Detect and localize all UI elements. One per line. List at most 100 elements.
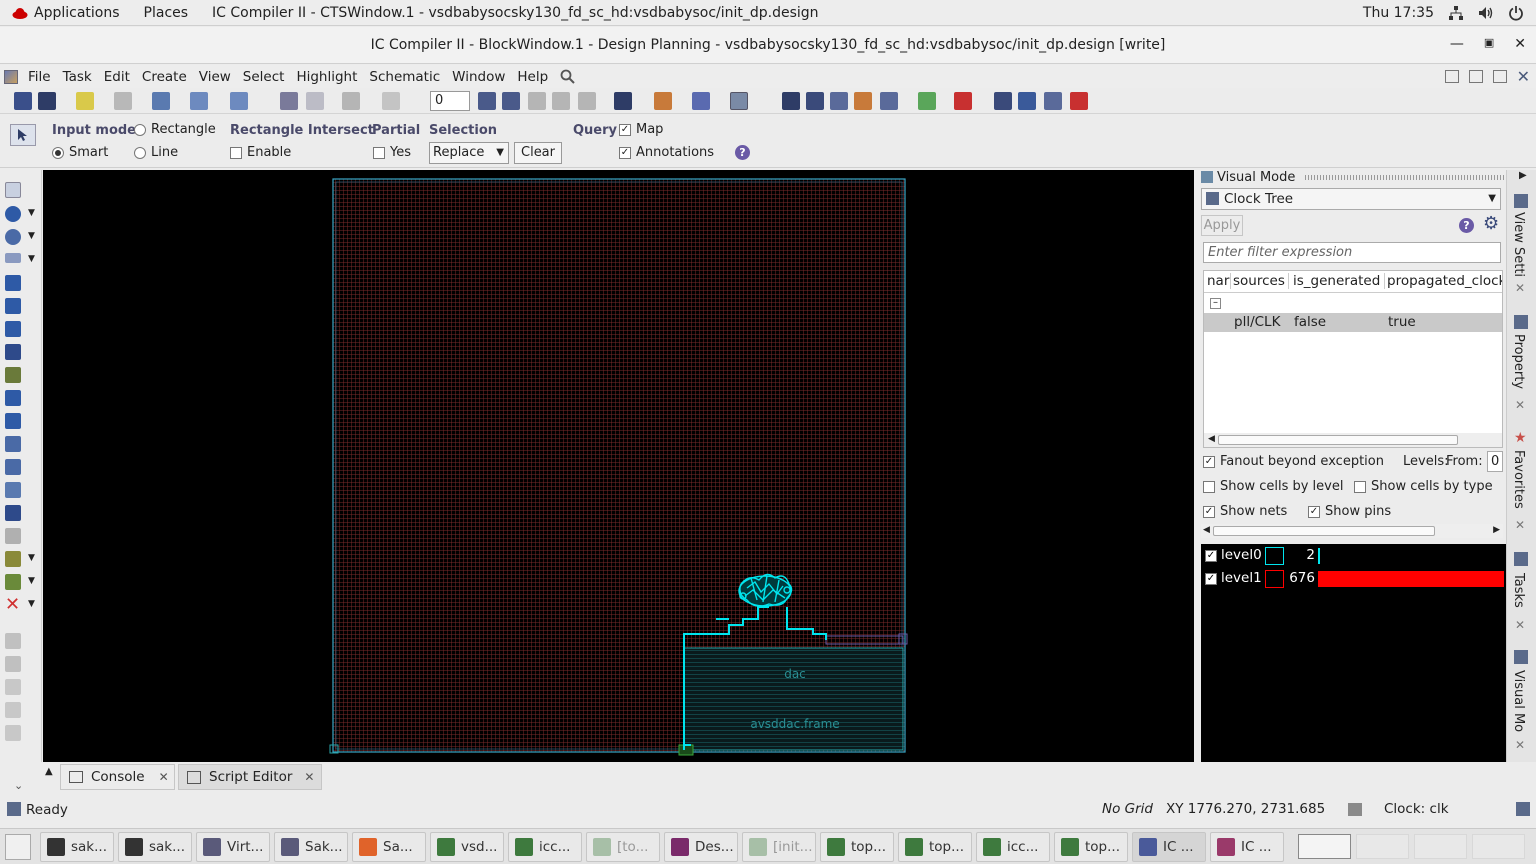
clear-highlight-icon[interactable] bbox=[114, 92, 132, 110]
query-annotations-checkbox[interactable]: ✓ bbox=[619, 146, 631, 159]
show-cells-by-type-option[interactable]: Show cells by type bbox=[1354, 479, 1493, 494]
workspace-4[interactable] bbox=[1472, 834, 1525, 859]
zoom-out-icon[interactable] bbox=[306, 92, 324, 110]
close-icon[interactable]: ✕ bbox=[1515, 618, 1525, 632]
level0-checkbox[interactable]: ✓ bbox=[1205, 550, 1217, 562]
input-mode-line[interactable]: Line bbox=[134, 145, 178, 160]
close-icon[interactable]: ✕ bbox=[1514, 36, 1526, 52]
float-window-icon[interactable] bbox=[1492, 70, 1507, 83]
probe-icon[interactable] bbox=[230, 92, 248, 110]
taskbar-item[interactable]: vsd... bbox=[430, 832, 504, 862]
group-icon[interactable] bbox=[5, 574, 21, 590]
chevron-down-icon[interactable]: ▼ bbox=[28, 254, 35, 264]
select-cell-icon[interactable] bbox=[478, 92, 496, 110]
taskbar-item[interactable]: icc... bbox=[976, 832, 1050, 862]
level1-swatch[interactable] bbox=[1265, 570, 1284, 588]
col-propagated-clock[interactable]: propagated_clock bbox=[1387, 273, 1502, 289]
align-icon[interactable] bbox=[502, 92, 520, 110]
active-window-title[interactable]: IC Compiler II - CTSWindow.1 - vsdbabyso… bbox=[200, 5, 831, 21]
timing-icon[interactable] bbox=[854, 92, 872, 110]
close-icon[interactable]: ✕ bbox=[1515, 518, 1525, 532]
taskbar-item[interactable]: IC ... bbox=[1210, 832, 1284, 862]
zoom-in-icon[interactable] bbox=[280, 92, 298, 110]
graph-icon[interactable] bbox=[830, 92, 848, 110]
collapse-arrow-icon[interactable]: ▶ bbox=[1519, 170, 1527, 181]
cut-icon[interactable] bbox=[5, 390, 21, 406]
taskbar-item[interactable]: Virt... bbox=[196, 832, 270, 862]
volume-icon[interactable] bbox=[1478, 5, 1494, 21]
layout-canvas[interactable]: dac avsddac.frame bbox=[43, 170, 1194, 762]
layout-view[interactable]: dac avsddac.frame bbox=[43, 170, 1194, 762]
tab-console[interactable]: Console ✕ bbox=[60, 764, 175, 790]
edit-pencil-icon[interactable] bbox=[5, 702, 21, 718]
report-icon[interactable] bbox=[994, 92, 1012, 110]
menu-select[interactable]: Select bbox=[237, 69, 291, 85]
visual-mode-select[interactable]: Clock Tree ▼ bbox=[1201, 188, 1501, 210]
partial-yes-checkbox[interactable] bbox=[373, 146, 385, 159]
block-icon[interactable] bbox=[5, 344, 21, 360]
show-cells-by-type-checkbox[interactable] bbox=[1354, 480, 1366, 493]
menu-window[interactable]: Window bbox=[446, 69, 511, 85]
minimize-icon[interactable]: — bbox=[1450, 36, 1464, 52]
scroll-thumb[interactable] bbox=[1218, 435, 1458, 445]
filter-input[interactable]: Enter filter expression bbox=[1203, 242, 1501, 263]
table-hscrollbar[interactable]: ◀ bbox=[1204, 433, 1502, 447]
chevron-down-double-icon[interactable]: ⌄ bbox=[14, 779, 23, 792]
chart-icon[interactable] bbox=[5, 551, 21, 567]
console-scroll-up-icon[interactable]: ▲ bbox=[45, 766, 53, 777]
sparkle-icon[interactable] bbox=[152, 92, 170, 110]
help-icon[interactable]: ? bbox=[735, 145, 750, 160]
hierarchy-icon[interactable] bbox=[654, 92, 672, 110]
clear-button[interactable]: Clear bbox=[514, 142, 562, 164]
menu-file[interactable]: File bbox=[22, 69, 57, 85]
chevron-down-icon[interactable]: ▼ bbox=[28, 231, 35, 241]
distribute-icon[interactable] bbox=[528, 92, 546, 110]
menu-create[interactable]: Create bbox=[136, 69, 193, 85]
move-icon[interactable] bbox=[5, 275, 21, 291]
chevron-down-icon[interactable]: ▼ bbox=[28, 208, 35, 218]
rect-enable-option[interactable]: Enable bbox=[230, 145, 291, 160]
lock-icon[interactable] bbox=[5, 633, 21, 649]
highlight-pen-icon[interactable] bbox=[76, 92, 94, 110]
search-icon[interactable] bbox=[560, 69, 575, 84]
from-input[interactable]: 0 bbox=[1487, 451, 1503, 472]
bar-chart-icon[interactable] bbox=[692, 92, 710, 110]
query-annotations-option[interactable]: ✓ Annotations bbox=[619, 145, 714, 160]
zoom-icon[interactable] bbox=[5, 229, 21, 245]
redo-icon[interactable] bbox=[382, 92, 400, 110]
shape-icon[interactable] bbox=[5, 528, 21, 544]
select-tool-icon[interactable] bbox=[5, 182, 21, 198]
edit-pencil-2-icon[interactable] bbox=[5, 725, 21, 741]
show-nets-option[interactable]: ✓ Show nets bbox=[1203, 504, 1287, 519]
taskbar-item[interactable]: IC ... bbox=[1132, 832, 1206, 862]
close-icon[interactable]: ✕ bbox=[1515, 398, 1525, 412]
col-is-generated[interactable]: is_generated bbox=[1293, 273, 1385, 289]
show-nets-checkbox[interactable]: ✓ bbox=[1203, 505, 1215, 518]
close-view-icon[interactable]: ✕ bbox=[1517, 67, 1530, 86]
level0-swatch[interactable] bbox=[1265, 547, 1284, 565]
array-icon[interactable] bbox=[5, 482, 21, 498]
workspace-3[interactable] bbox=[1414, 834, 1467, 859]
open-icon[interactable] bbox=[14, 92, 32, 110]
menu-view[interactable]: View bbox=[193, 69, 237, 85]
input-mode-rectangle[interactable]: Rectangle bbox=[134, 122, 216, 137]
close-icon[interactable]: ✕ bbox=[159, 770, 169, 784]
col-sources[interactable]: sources bbox=[1233, 273, 1289, 289]
cascade-windows-icon[interactable] bbox=[1468, 70, 1483, 83]
icv-icon[interactable] bbox=[1070, 92, 1088, 110]
show-desktop-icon[interactable] bbox=[5, 834, 31, 860]
close-icon[interactable]: ✕ bbox=[1515, 738, 1525, 752]
tab-property[interactable]: Property bbox=[1511, 334, 1526, 389]
input-mode-smart[interactable]: Smart bbox=[52, 145, 108, 160]
ruler-icon[interactable] bbox=[5, 253, 21, 263]
tab-favorites[interactable]: Favorites bbox=[1511, 450, 1526, 509]
col-name[interactable]: nar bbox=[1207, 273, 1231, 289]
dac-macro[interactable] bbox=[683, 647, 904, 751]
show-cells-by-level-option[interactable]: Show cells by level bbox=[1203, 479, 1343, 494]
chevron-down-icon[interactable]: ▼ bbox=[28, 599, 35, 609]
taskbar-item[interactable]: top... bbox=[898, 832, 972, 862]
chevron-down-icon[interactable]: ▼ bbox=[28, 553, 35, 563]
drc-icon[interactable] bbox=[954, 92, 972, 110]
apply-button[interactable]: Apply bbox=[1201, 215, 1243, 236]
taskbar-item[interactable]: top... bbox=[1054, 832, 1128, 862]
